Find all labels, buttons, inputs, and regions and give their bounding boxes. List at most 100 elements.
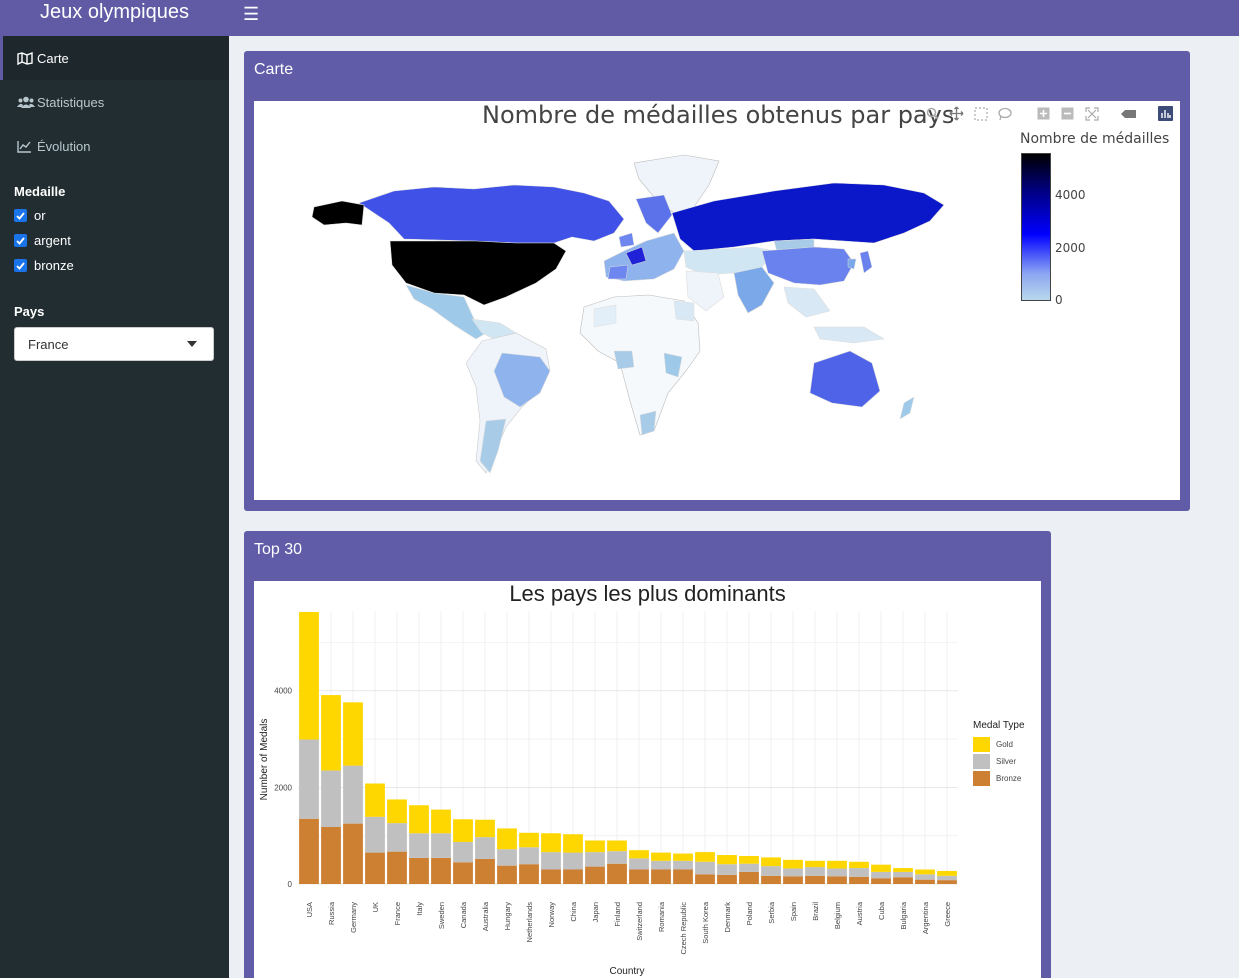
bar-segment-gold	[409, 805, 429, 834]
zoom-out-icon[interactable]	[1059, 105, 1076, 122]
bar-segment-bronze	[343, 823, 363, 884]
y-tick-label: 2000	[274, 783, 292, 792]
pan-icon[interactable]	[948, 105, 965, 122]
bar-segment-silver	[321, 770, 341, 827]
bar-segment-silver	[475, 837, 495, 859]
bar-segment-gold	[519, 832, 539, 848]
bar-segment-gold	[541, 833, 561, 853]
bar-segment-gold	[607, 840, 627, 852]
checkbox-checked-icon[interactable]	[14, 234, 27, 247]
bar-segment-bronze	[783, 876, 803, 884]
sidebar-item-label: Statistiques	[37, 94, 105, 110]
bar-segment-silver	[541, 852, 561, 870]
bar-segment-silver	[299, 739, 319, 819]
bar-segment-bronze	[563, 869, 583, 884]
legend-item-silver: Silver	[973, 754, 1016, 769]
bar-chart: 0 2000 4000 USA Russia Germany UK France Italy Sw…	[259, 611, 958, 977]
bar-segment-silver	[805, 867, 825, 876]
map-plot-title: Nombre de médailles obtenus par pays	[482, 101, 955, 129]
autoscale-icon[interactable]	[1083, 105, 1100, 122]
x-tick-label: Cuba	[877, 901, 886, 920]
zoom-icon[interactable]	[924, 105, 941, 122]
bar-segment-silver	[607, 851, 627, 864]
bar-segment-bronze	[739, 871, 759, 884]
bar-segment-silver	[827, 868, 847, 877]
colorbar-title: Nombre de médailles	[1020, 131, 1170, 147]
bar-segment-gold	[475, 819, 495, 838]
checkbox-argent[interactable]: argent	[0, 228, 229, 253]
bar-segment-gold	[673, 853, 693, 861]
plotly-logo-icon[interactable]	[1157, 105, 1174, 122]
x-tick-label: Argentina	[921, 901, 930, 934]
bar-segment-silver	[651, 860, 671, 870]
bar-segment-gold	[717, 855, 737, 865]
legend-label: Silver	[996, 757, 1017, 766]
bar-segment-silver	[695, 861, 715, 875]
bar-segment-bronze	[893, 877, 913, 884]
bar-segment-gold	[827, 860, 847, 869]
bar-segment-gold	[761, 857, 781, 867]
bar-segment-bronze	[629, 869, 649, 884]
x-tick-label: Belgium	[833, 902, 842, 929]
bar-segment-silver	[849, 868, 869, 877]
colorbar-tick: 2000	[1055, 241, 1086, 255]
bar-segment-gold	[497, 828, 517, 850]
x-tick-label: Norway	[547, 902, 556, 928]
zoom-in-icon[interactable]	[1035, 105, 1052, 122]
bar-segment-bronze	[673, 869, 693, 884]
bar-segment-gold	[695, 852, 715, 862]
legend-swatch	[973, 754, 990, 769]
sidebar-item-carte[interactable]: Carte	[0, 36, 229, 80]
bar-segment-bronze	[937, 880, 957, 884]
map-box-title: Carte	[254, 61, 294, 78]
checkbox-checked-icon[interactable]	[14, 209, 27, 222]
bar-segment-silver	[585, 852, 605, 867]
bar-segment-silver	[453, 841, 473, 863]
chevron-down-icon	[187, 341, 197, 347]
x-tick-label: Hungary	[503, 902, 512, 931]
bar-segment-gold	[849, 861, 869, 869]
bar-segment-bronze	[761, 875, 781, 884]
checkbox-label: argent	[34, 233, 71, 248]
bar-segment-gold	[871, 864, 891, 872]
bar-segment-bronze	[431, 857, 451, 884]
bar-segment-bronze	[585, 866, 605, 884]
bar-segment-silver	[519, 847, 539, 865]
bar-segment-silver	[629, 858, 649, 870]
line-chart-icon	[17, 140, 35, 153]
sidebar-item-evolution[interactable]: Évolution	[0, 124, 229, 168]
users-icon	[17, 96, 35, 109]
bar-segment-silver	[409, 833, 429, 858]
legend-swatch	[973, 771, 990, 786]
sidebar-item-statistiques[interactable]: Statistiques	[0, 80, 229, 124]
bar-segment-silver	[563, 852, 583, 870]
bar-segment-gold	[365, 783, 385, 817]
y-tick-label: 4000	[274, 687, 292, 696]
bar-segment-bronze	[805, 875, 825, 884]
sidebar: Carte Statistiques Évolution Medaille or…	[0, 36, 229, 978]
checkbox-bronze[interactable]: bronze	[0, 253, 229, 278]
hover-icon[interactable]	[1120, 105, 1137, 122]
bar-segment-silver	[673, 860, 693, 870]
country-filter-label: Pays	[14, 304, 45, 319]
legend-swatch	[973, 737, 990, 752]
bar-segment-gold	[321, 695, 341, 771]
x-tick-label: UK	[371, 902, 380, 912]
x-tick-label: Japan	[591, 902, 600, 922]
bar-segment-bronze	[849, 876, 869, 884]
bar-segment-gold	[893, 868, 913, 872]
checkbox-or[interactable]: or	[0, 203, 229, 228]
bar-segment-silver	[871, 871, 891, 879]
lasso-icon[interactable]	[996, 105, 1013, 122]
box-select-icon[interactable]	[972, 105, 989, 122]
checkbox-label: or	[34, 208, 46, 223]
country-select[interactable]: France	[14, 327, 214, 361]
hamburger-icon[interactable]: ☰	[243, 4, 259, 25]
y-axis-title: Number of Medals	[259, 719, 270, 801]
bar-segment-gold	[915, 869, 935, 875]
x-tick-label: Romania	[657, 901, 666, 932]
bar-segment-silver	[343, 765, 363, 824]
checkbox-checked-icon[interactable]	[14, 259, 27, 272]
bar-segment-bronze	[497, 865, 517, 884]
bar-segment-silver	[739, 863, 759, 872]
